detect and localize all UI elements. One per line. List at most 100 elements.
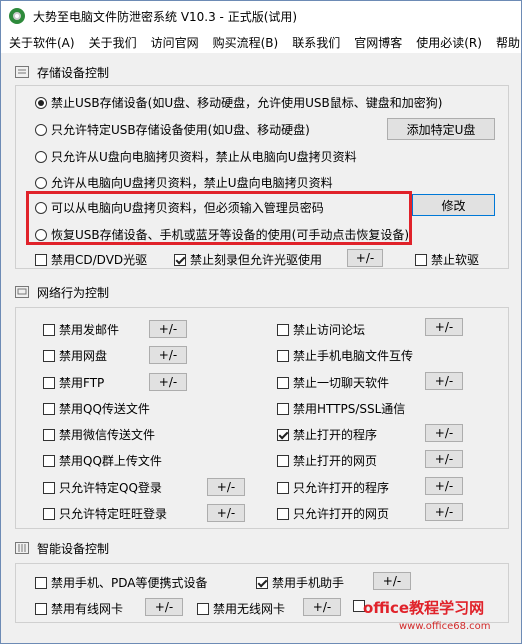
menu-bar: 关于软件(A) 关于我们 访问官网 购买流程(B) 联系我们 官网博客 使用必读… (1, 31, 521, 53)
programs-edit-button[interactable]: +/- (425, 424, 463, 442)
checkbox-label: 禁止打开的网页 (293, 454, 378, 468)
menu-blog[interactable]: 官网博客 (347, 34, 409, 51)
radio-indicator[interactable] (35, 150, 47, 163)
checkbox-allow-specific-wangwang[interactable]: 只允许特定旺旺登录 (43, 505, 167, 522)
menu-help[interactable]: 帮助( (489, 34, 521, 51)
checkbox-indicator[interactable] (277, 402, 289, 415)
checkbox-indicator[interactable] (256, 576, 268, 589)
ftp-edit-button[interactable]: +/- (149, 373, 187, 391)
checkbox-disable-ftp[interactable]: 禁用FTP (43, 374, 104, 391)
checkbox-label: 禁用HTTPS/SSL通信 (293, 402, 406, 416)
wangwang-whitelist-edit-button[interactable]: +/- (207, 504, 245, 522)
checkbox-block-https[interactable]: 禁用HTTPS/SSL通信 (277, 400, 405, 417)
burn-edit-button[interactable]: +/- (347, 249, 383, 267)
wireless-nic-edit-button[interactable]: +/- (303, 598, 341, 616)
checkbox-block-phone-transfer[interactable]: 禁止手机电脑文件互传 (277, 347, 413, 364)
checkbox-disable-email[interactable]: 禁用发邮件 (43, 321, 119, 338)
checkbox-indicator[interactable] (277, 454, 289, 467)
checkbox-indicator[interactable] (43, 349, 55, 362)
checkbox-label: 只允许打开的程序 (293, 481, 390, 495)
main-window: 大势至电脑文件防泄密系统 V10.3 - 正式版(试用) 关于软件(A) 关于我… (0, 0, 522, 644)
checkbox-disable-cd[interactable]: 禁用CD/DVD光驱 (35, 251, 147, 268)
checkbox-allow-webpages[interactable]: 只允许打开的网页 (277, 505, 389, 522)
checkbox-label: 只允许特定旺旺登录 (59, 507, 168, 521)
checkbox-disable-phone-assistant[interactable]: 禁用手机助手 (256, 574, 344, 591)
checkbox-label: 禁用QQ群上传文件 (59, 454, 162, 468)
radio-label: 只允许从U盘向电脑拷贝资料，禁止从电脑向U盘拷贝资料 (51, 150, 357, 164)
checkbox-indicator[interactable] (43, 507, 55, 520)
menu-about-software[interactable]: 关于软件(A) (1, 34, 82, 51)
checkbox-disable-wired-nic[interactable]: 禁用有线网卡 (35, 600, 123, 617)
checkbox-indicator[interactable] (277, 349, 289, 362)
checkbox-label: 禁用网盘 (59, 349, 108, 363)
checkbox-indicator[interactable] (43, 323, 55, 336)
menu-readme[interactable]: 使用必读(R) (409, 34, 489, 51)
checkbox-indicator[interactable] (43, 481, 55, 494)
checkbox-burn-allow-drive[interactable]: 禁止刻录但允许光驱使用 (174, 251, 322, 268)
chat-edit-button[interactable]: +/- (425, 372, 463, 390)
radio-block-usb[interactable]: 禁止USB存储设备(如U盘、移动硬盘，允许使用USB鼠标、键盘和加密狗) (35, 94, 442, 111)
netdisk-edit-button[interactable]: +/- (149, 346, 187, 364)
checkbox-indicator[interactable] (35, 576, 47, 589)
checkbox-label: 禁止手机电脑文件互传 (293, 349, 414, 363)
menu-about-us[interactable]: 关于我们 (82, 34, 144, 51)
checkbox-disable-qq-file[interactable]: 禁用QQ传送文件 (43, 400, 150, 417)
allow-webpages-edit-button[interactable]: +/- (425, 503, 463, 521)
checkbox-indicator[interactable] (415, 253, 427, 266)
menu-contact[interactable]: 联系我们 (285, 34, 347, 51)
storage-heading-label: 存储设备控制 (37, 65, 110, 80)
checkbox-block-forums[interactable]: 禁止访问论坛 (277, 321, 365, 338)
checkbox-disable-netdisk[interactable]: 禁用网盘 (43, 347, 107, 364)
checkbox-indicator[interactable] (43, 454, 55, 467)
checkbox-disable-wireless-nic[interactable]: 禁用无线网卡 (197, 600, 285, 617)
radio-indicator[interactable] (35, 123, 47, 136)
checkbox-indicator[interactable] (174, 253, 186, 266)
qq-whitelist-edit-button[interactable]: +/- (207, 478, 245, 496)
menu-visit-site[interactable]: 访问官网 (144, 34, 206, 51)
network-section-heading: 网络行为控制 (15, 283, 109, 301)
checkbox-label: 禁用发邮件 (59, 323, 120, 337)
checkbox-disable-wechat-file[interactable]: 禁用微信传送文件 (43, 426, 155, 443)
modify-button[interactable]: 修改 (412, 194, 495, 216)
checkbox-indicator[interactable] (35, 253, 47, 266)
menu-purchase[interactable]: 购买流程(B) (206, 34, 286, 51)
window-title: 大势至电脑文件防泄密系统 V10.3 - 正式版(试用) (33, 9, 298, 24)
checkbox-disable-floppy[interactable]: 禁止软驱 (415, 251, 479, 268)
phone-assistant-edit-button[interactable]: +/- (373, 572, 411, 590)
forums-edit-button[interactable]: +/- (425, 318, 463, 336)
checkbox-allow-programs[interactable]: 只允许打开的程序 (277, 479, 389, 496)
radio-usb-to-pc-only[interactable]: 只允许从U盘向电脑拷贝资料，禁止从电脑向U盘拷贝资料 (35, 148, 357, 165)
allow-programs-edit-button[interactable]: +/- (425, 477, 463, 495)
storage-list-icon (15, 66, 29, 78)
checkbox-label: 禁用有线网卡 (51, 602, 124, 616)
checkbox-indicator[interactable] (277, 376, 289, 389)
radio-indicator[interactable] (35, 96, 47, 109)
checkbox-indicator[interactable] (43, 376, 55, 389)
watermark-url: www.office68.com (399, 621, 491, 632)
checkbox-block-webpages[interactable]: 禁止打开的网页 (277, 452, 377, 469)
radio-allow-specific-usb[interactable]: 只允许特定USB存储设备使用(如U盘、移动硬盘) (35, 121, 310, 138)
checkbox-indicator[interactable] (197, 602, 209, 615)
add-specific-usb-button[interactable]: 添加特定U盘 (387, 118, 495, 140)
checkbox-indicator[interactable] (277, 507, 289, 520)
email-edit-button[interactable]: +/- (149, 320, 187, 338)
checkbox-indicator[interactable] (35, 602, 47, 615)
checkbox-indicator[interactable] (43, 402, 55, 415)
checkbox-label: 禁用FTP (59, 376, 105, 390)
checkbox-disable-portable-devices[interactable]: 禁用手机、PDA等便携式设备 (35, 574, 207, 591)
checkbox-block-chat-software[interactable]: 禁止一切聊天软件 (277, 374, 389, 391)
radio-pc-to-usb-only[interactable]: 允许从电脑向U盘拷贝资料，禁止U盘向电脑拷贝资料 (35, 174, 333, 191)
checkbox-indicator[interactable] (277, 481, 289, 494)
checkbox-label: 禁止刻录但允许光驱使用 (190, 253, 323, 267)
checkbox-indicator[interactable] (43, 428, 55, 441)
radio-indicator[interactable] (35, 176, 47, 189)
webpages-edit-button[interactable]: +/- (425, 450, 463, 468)
checkbox-disable-qq-group-upload[interactable]: 禁用QQ群上传文件 (43, 452, 162, 469)
checkbox-allow-specific-qq[interactable]: 只允许特定QQ登录 (43, 479, 162, 496)
checkbox-indicator[interactable] (277, 428, 289, 441)
monitor-icon (15, 286, 29, 298)
app-logo-icon (9, 8, 25, 24)
checkbox-indicator[interactable] (277, 323, 289, 336)
checkbox-block-programs[interactable]: 禁止打开的程序 (277, 426, 377, 443)
wired-nic-edit-button[interactable]: +/- (145, 598, 183, 616)
